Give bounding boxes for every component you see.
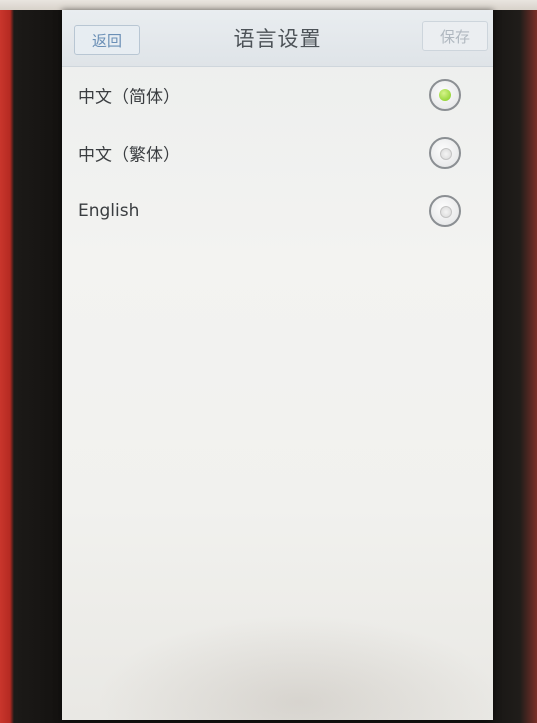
radio-center-icon	[440, 148, 452, 160]
title-bar: 返回 语言设置 保存	[62, 10, 493, 67]
language-option-english[interactable]: English	[62, 182, 493, 240]
language-option-traditional-chinese[interactable]: 中文（繁体）	[62, 124, 493, 182]
radio-dot-icon	[439, 89, 451, 101]
save-button[interactable]: 保存	[422, 21, 488, 51]
radio-selected-icon[interactable]	[429, 79, 461, 111]
radio-center-icon	[440, 206, 452, 218]
device-photo-frame: 返回 语言设置 保存 中文（简体） 中文（繁体） English	[0, 0, 537, 723]
language-label: English	[78, 201, 140, 221]
radio-unselected-icon[interactable]	[429, 137, 461, 169]
language-label: 中文（繁体）	[78, 145, 180, 166]
phone-screen: 返回 语言设置 保存 中文（简体） 中文（繁体） English	[62, 10, 493, 720]
radio-unselected-icon[interactable]	[429, 195, 461, 227]
language-label: 中文（简体）	[78, 87, 180, 108]
language-list: 中文（简体） 中文（繁体） English	[62, 66, 493, 240]
language-option-simplified-chinese[interactable]: 中文（简体）	[62, 66, 493, 124]
